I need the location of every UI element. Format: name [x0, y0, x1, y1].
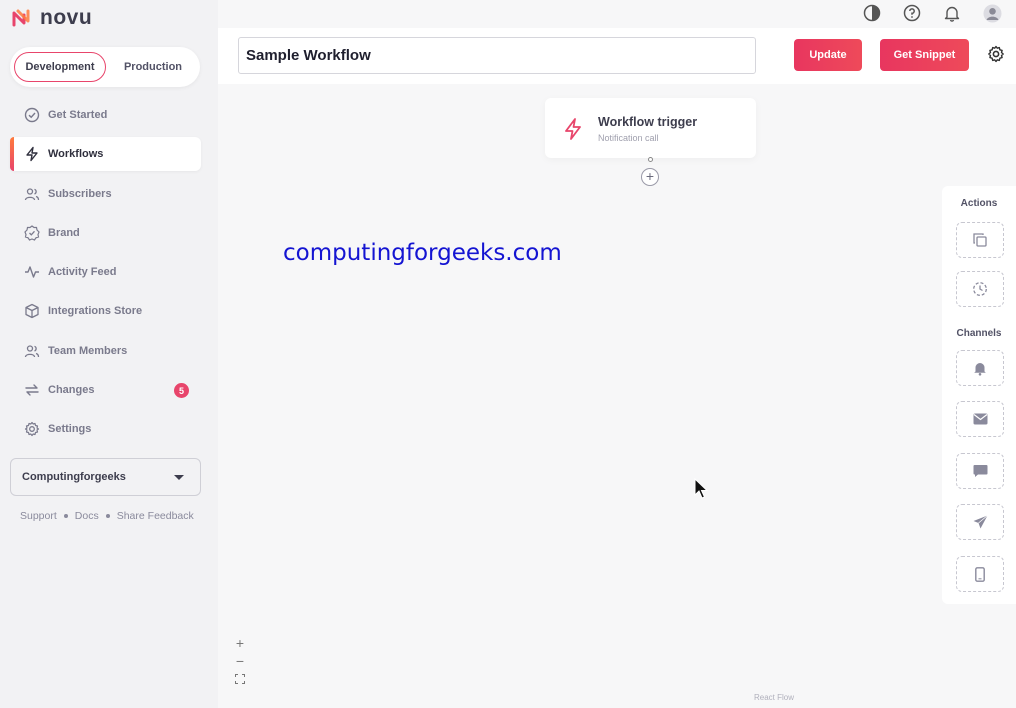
theme-toggle-icon[interactable] [862, 3, 882, 23]
node-handle[interactable] [648, 157, 653, 162]
sidebar-item-label: Settings [48, 423, 92, 436]
channels-label: Channels [956, 328, 1002, 339]
workflow-trigger-node[interactable]: Workflow trigger Notification call [545, 98, 756, 158]
users-icon [24, 187, 40, 200]
trigger-bolt-icon [565, 118, 581, 140]
gear-icon [24, 422, 40, 437]
chat-channel-tile[interactable] [956, 504, 1004, 540]
environment-toggle[interactable]: Development Production [10, 47, 200, 87]
separator-dot [105, 514, 110, 518]
mouse-cursor-icon [694, 478, 708, 499]
chevron-down-icon [174, 475, 184, 480]
push-mobile-icon [975, 566, 985, 582]
logo-text: novu [40, 6, 93, 29]
delay-action-tile[interactable] [956, 271, 1004, 307]
sidebar-item-activity-feed[interactable]: Activity Feed [10, 255, 201, 289]
sidebar-item-label: Subscribers [48, 187, 112, 200]
avatar-icon[interactable] [982, 3, 1002, 23]
sidebar-item-team-members[interactable]: Team Members [10, 334, 201, 368]
trigger-title: Workflow trigger [598, 115, 698, 129]
bell-icon[interactable] [942, 3, 962, 23]
workflow-settings-gear-icon[interactable] [987, 45, 1005, 63]
organization-select[interactable]: Computingforgeeks [10, 458, 201, 496]
env-development-option[interactable]: Development [14, 52, 106, 82]
react-flow-attribution[interactable]: React Flow [754, 693, 794, 702]
sidebar-item-integrations-store[interactable]: Integrations Store [10, 294, 201, 328]
share-feedback-link[interactable]: Share Feedback [117, 510, 194, 522]
novu-logo-icon [12, 9, 30, 27]
env-production-option[interactable]: Production [110, 52, 196, 82]
fit-view-icon[interactable] [234, 672, 246, 685]
sidebar-item-label: Brand [48, 226, 80, 239]
sidebar-item-get-started[interactable]: Get Started [10, 98, 201, 132]
activity-icon [25, 266, 39, 278]
digest-action-tile[interactable] [956, 222, 1004, 258]
get-snippet-button[interactable]: Get Snippet [880, 39, 969, 71]
top-icons [862, 3, 1002, 23]
trigger-subtitle: Notification call [598, 133, 659, 143]
sidebar: novu Development Production Get Started … [0, 0, 218, 708]
check-circle-icon [24, 107, 40, 123]
sidebar-item-label: Integrations Store [48, 305, 143, 318]
zoom-controls: + − [234, 635, 246, 685]
watermark-text: computingforgeeks.com [283, 240, 562, 266]
swap-icon [25, 384, 39, 396]
sidebar-item-label: Workflows [48, 148, 104, 161]
sms-chat-icon [973, 465, 987, 477]
in-app-channel-tile[interactable] [956, 350, 1004, 386]
box-icon [25, 304, 39, 319]
sidebar-item-settings[interactable]: Settings [10, 412, 201, 446]
docs-link[interactable]: Docs [75, 510, 99, 522]
email-channel-tile[interactable] [956, 401, 1004, 437]
footer-links: Support Docs Share Feedback [20, 510, 194, 522]
bolt-icon [26, 147, 38, 162]
sidebar-item-workflows[interactable]: Workflows [10, 137, 201, 172]
workflow-name-input[interactable] [238, 37, 756, 74]
badge-check-icon [24, 225, 40, 241]
help-icon[interactable] [902, 3, 922, 23]
support-link[interactable]: Support [20, 510, 57, 522]
steps-panel: Actions Channels [942, 186, 1016, 604]
novu-logo[interactable]: novu [10, 6, 92, 30]
push-channel-tile[interactable] [956, 556, 1004, 592]
sidebar-item-label: Activity Feed [48, 266, 117, 279]
sidebar-item-subscribers[interactable]: Subscribers [10, 177, 201, 211]
separator-dot [63, 514, 68, 518]
digest-icon [973, 233, 987, 247]
in-app-bell-icon [974, 362, 986, 376]
sidebar-item-label: Get Started [48, 109, 108, 121]
sidebar-nav: Get Started Workflows Subscribers Brand … [10, 98, 201, 452]
sidebar-item-changes[interactable]: Changes 5 [10, 373, 201, 407]
sidebar-item-label: Changes [48, 384, 95, 397]
zoom-out-button[interactable]: − [234, 653, 246, 669]
sidebar-item-label: Team Members [48, 344, 128, 357]
chat-send-icon [973, 515, 988, 529]
email-icon [973, 413, 987, 425]
delay-icon [973, 282, 987, 296]
zoom-in-button[interactable]: + [234, 635, 246, 651]
update-button[interactable]: Update [794, 39, 862, 71]
workflow-header: Update Get Snippet [218, 28, 1016, 84]
actions-label: Actions [960, 198, 998, 209]
sms-channel-tile[interactable] [956, 453, 1004, 489]
sidebar-item-brand[interactable]: Brand [10, 216, 201, 250]
team-icon [24, 345, 40, 357]
organization-name: Computingforgeeks [22, 471, 126, 483]
add-step-button[interactable]: + [641, 168, 659, 186]
changes-count-badge: 5 [174, 383, 189, 399]
workflow-canvas[interactable]: Workflow trigger Notification call + com… [218, 84, 1016, 708]
